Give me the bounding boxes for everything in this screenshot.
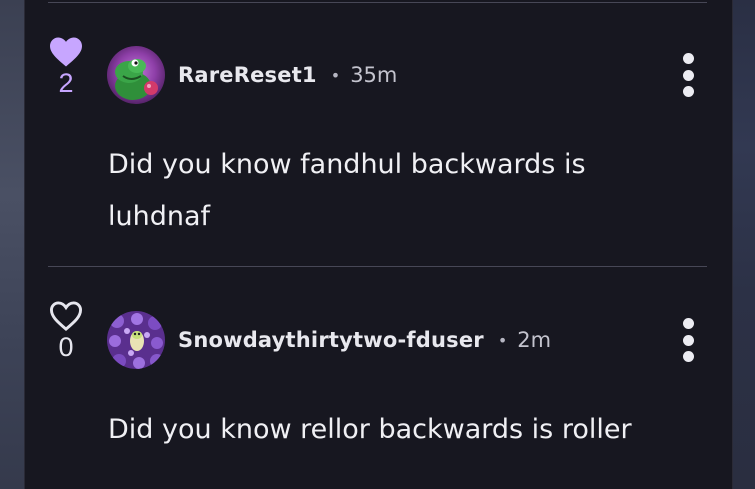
comment-meta: RareReset1 • 35m xyxy=(178,60,397,90)
more-options-icon[interactable] xyxy=(678,53,698,97)
avatar[interactable] xyxy=(107,311,165,369)
avatar[interactable] xyxy=(107,46,165,104)
comment-vote: 0 xyxy=(46,300,86,362)
comment-meta: Snowdaythirtytwo-fduser • 2m xyxy=(178,325,551,355)
timestamp: 35m xyxy=(350,63,398,87)
heart-filled-icon[interactable] xyxy=(48,36,84,68)
divider xyxy=(48,2,707,3)
separator-dot: • xyxy=(497,330,508,350)
separator-dot: • xyxy=(330,65,341,85)
comment-text: Did you know rellor backwards is roller xyxy=(108,404,632,456)
like-count: 0 xyxy=(58,332,74,362)
comment-text-line: Did you know fandhul backwards is xyxy=(108,149,586,180)
timestamp: 2m xyxy=(517,328,552,352)
username[interactable]: RareReset1 xyxy=(178,63,317,87)
comment-text: Did you know fandhul backwards is luhdna… xyxy=(108,139,586,243)
more-options-icon[interactable] xyxy=(678,318,698,362)
username[interactable]: Snowdaythirtytwo-fduser xyxy=(178,328,484,352)
divider xyxy=(48,266,707,267)
comment-vote: 2 xyxy=(46,36,86,98)
heart-outline-icon[interactable] xyxy=(48,300,84,332)
comment-text-line: Did you know rellor backwards is roller xyxy=(108,414,632,445)
like-count: 2 xyxy=(58,68,74,98)
comment-text-line: luhdnaf xyxy=(108,201,211,232)
